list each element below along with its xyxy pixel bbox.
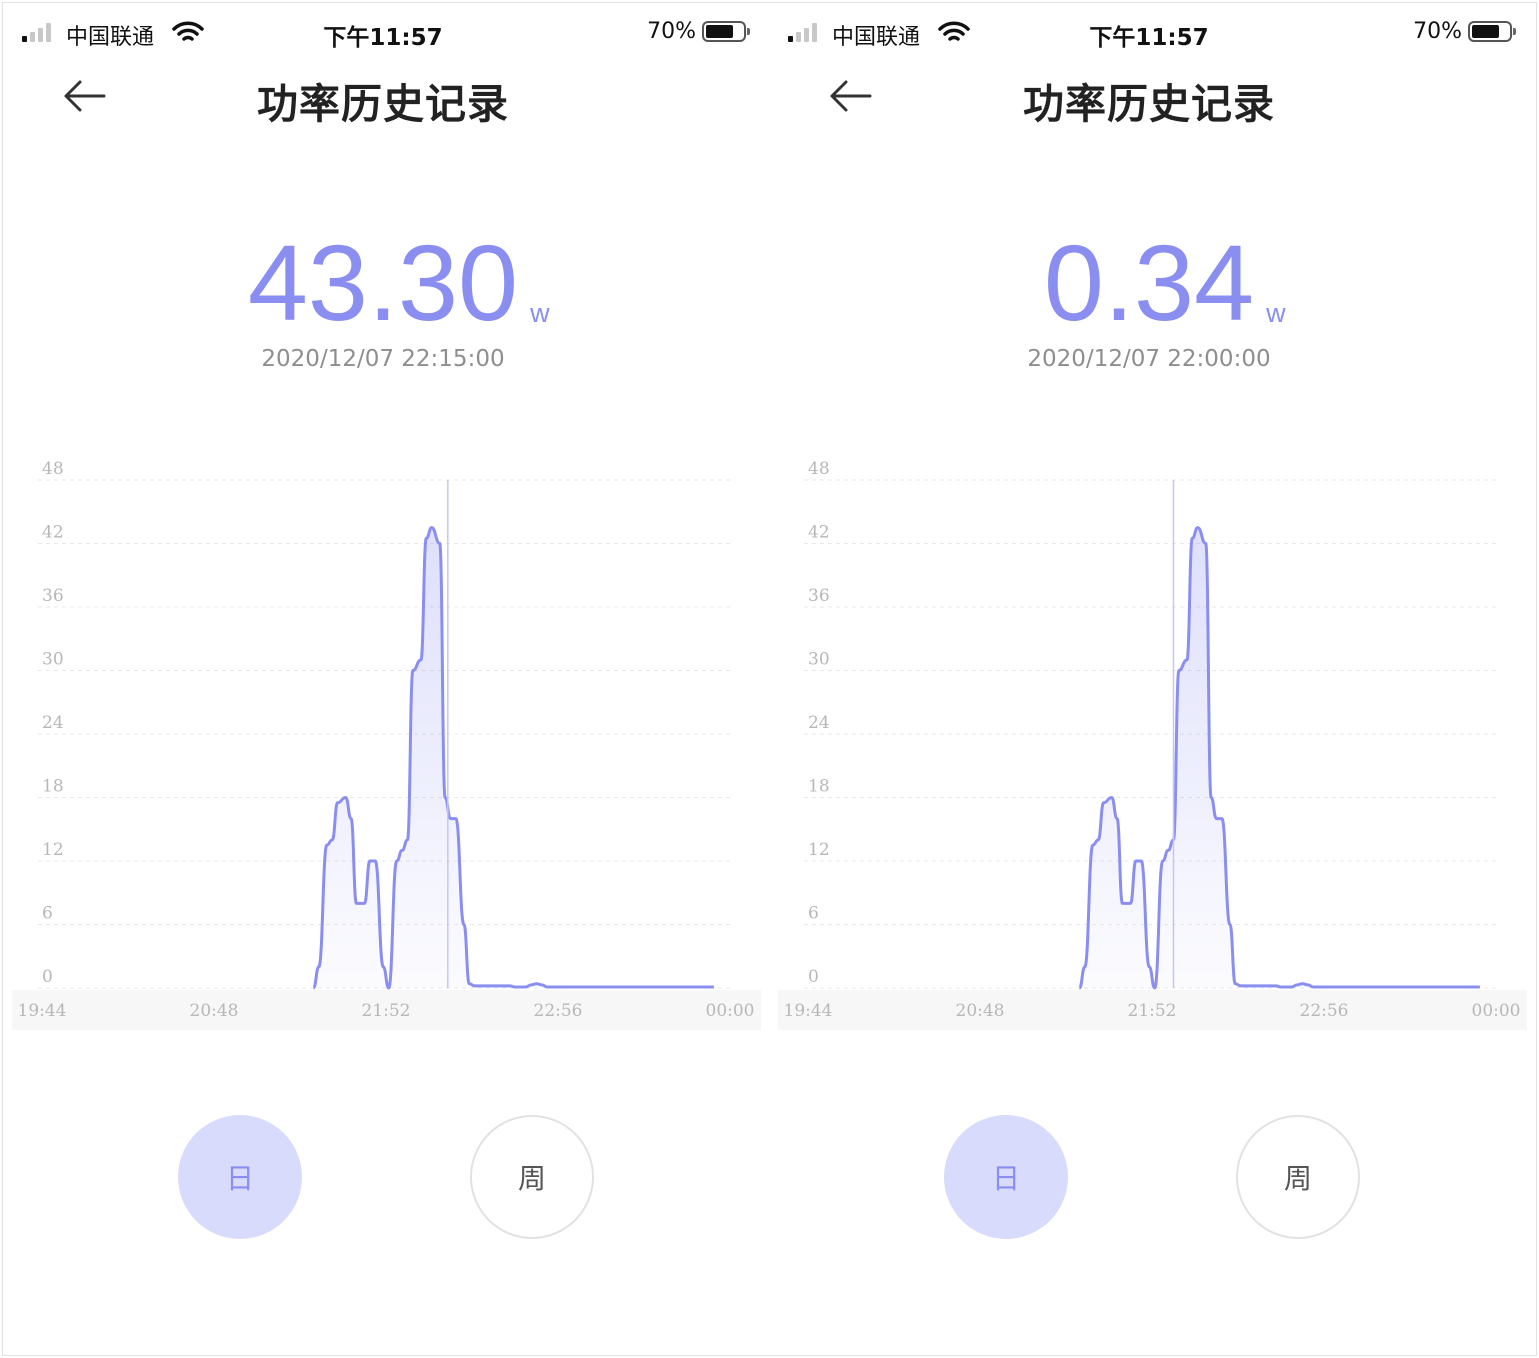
y-tick-label: 0 xyxy=(42,967,53,987)
x-tick-label: 20:48 xyxy=(956,1001,1005,1021)
battery-icon xyxy=(1468,21,1516,42)
x-tick-label: 00:00 xyxy=(1472,1001,1521,1021)
power-value: 43.30 xyxy=(247,222,519,343)
y-tick-label: 12 xyxy=(808,840,830,860)
power-value: 0.34 xyxy=(1043,222,1255,343)
y-tick-label: 48 xyxy=(808,459,830,479)
power-chart[interactable]: 0 6 12 18 24 30 36 42 48 19:44 20:48 21:52 22:56 00:0… xyxy=(766,440,1532,1040)
x-tick-label: 20:48 xyxy=(190,1001,239,1021)
page-title: 功率历史记录 xyxy=(1023,80,1275,128)
power-reading: 43.30 W xyxy=(0,228,766,338)
status-bar: 中国联通 下午11:57 70% xyxy=(0,0,766,64)
y-tick-label: 48 xyxy=(42,459,64,479)
x-tick-label: 21:52 xyxy=(362,1001,411,1021)
y-tick-label: 36 xyxy=(808,586,830,606)
y-tick-label: 30 xyxy=(42,650,64,670)
day-button[interactable]: 日 xyxy=(178,1115,302,1239)
battery-percent: 70% xyxy=(1413,19,1462,44)
y-tick-label: 42 xyxy=(808,523,830,543)
reading-timestamp: 2020/12/07 22:15:00 xyxy=(261,346,505,372)
power-reading: 0.34 W xyxy=(766,228,1532,338)
y-tick-label: 0 xyxy=(808,967,819,987)
power-chart[interactable]: 0 6 12 18 24 30 36 42 48 19:44 20:48 21:52 22:56 00:0… xyxy=(0,440,766,1040)
y-tick-label: 12 xyxy=(42,840,64,860)
reading-timestamp: 2020/12/07 22:00:00 xyxy=(1027,346,1271,372)
y-tick-label: 6 xyxy=(42,904,53,924)
x-tick-label: 19:44 xyxy=(784,1001,833,1021)
y-tick-label: 24 xyxy=(42,713,64,733)
page-title: 功率历史记录 xyxy=(257,80,509,128)
week-button[interactable]: 周 xyxy=(1236,1115,1360,1239)
phone-screen-left: 中国联通 下午11:57 70% 功率历史记录 43.30 W 2020/12/… xyxy=(0,0,766,1358)
y-tick-label: 18 xyxy=(808,777,830,797)
y-tick-label: 36 xyxy=(42,586,64,606)
x-tick-label: 22:56 xyxy=(534,1001,583,1021)
day-button[interactable]: 日 xyxy=(944,1115,1068,1239)
power-chart-svg[interactable]: 0 6 12 18 24 30 36 42 48 19:44 20:48 21:52 22:56 00:0… xyxy=(0,440,766,1040)
status-bar: 中国联通 下午11:57 70% xyxy=(766,0,1532,64)
y-tick-label: 42 xyxy=(42,523,64,543)
x-tick-label: 00:00 xyxy=(706,1001,755,1021)
week-button[interactable]: 周 xyxy=(470,1115,594,1239)
battery-percent: 70% xyxy=(647,19,696,44)
x-tick-label: 22:56 xyxy=(1300,1001,1349,1021)
series-area xyxy=(313,527,714,988)
x-tick-label: 21:52 xyxy=(1128,1001,1177,1021)
power-unit: W xyxy=(530,298,550,328)
power-chart-svg[interactable]: 0 6 12 18 24 30 36 42 48 19:44 20:48 21:52 22:56 00:0… xyxy=(766,440,1532,1040)
battery-icon xyxy=(702,21,750,42)
power-unit: W xyxy=(1266,298,1286,328)
phone-screen-right: 中国联通 下午11:57 70% 功率历史记录 0.34 W 2020/12/0… xyxy=(766,0,1532,1358)
y-tick-label: 6 xyxy=(808,904,819,924)
x-tick-label: 19:44 xyxy=(18,1001,67,1021)
y-tick-label: 18 xyxy=(42,777,64,797)
y-tick-label: 24 xyxy=(808,713,830,733)
series-area xyxy=(1079,527,1480,988)
y-tick-label: 30 xyxy=(808,650,830,670)
